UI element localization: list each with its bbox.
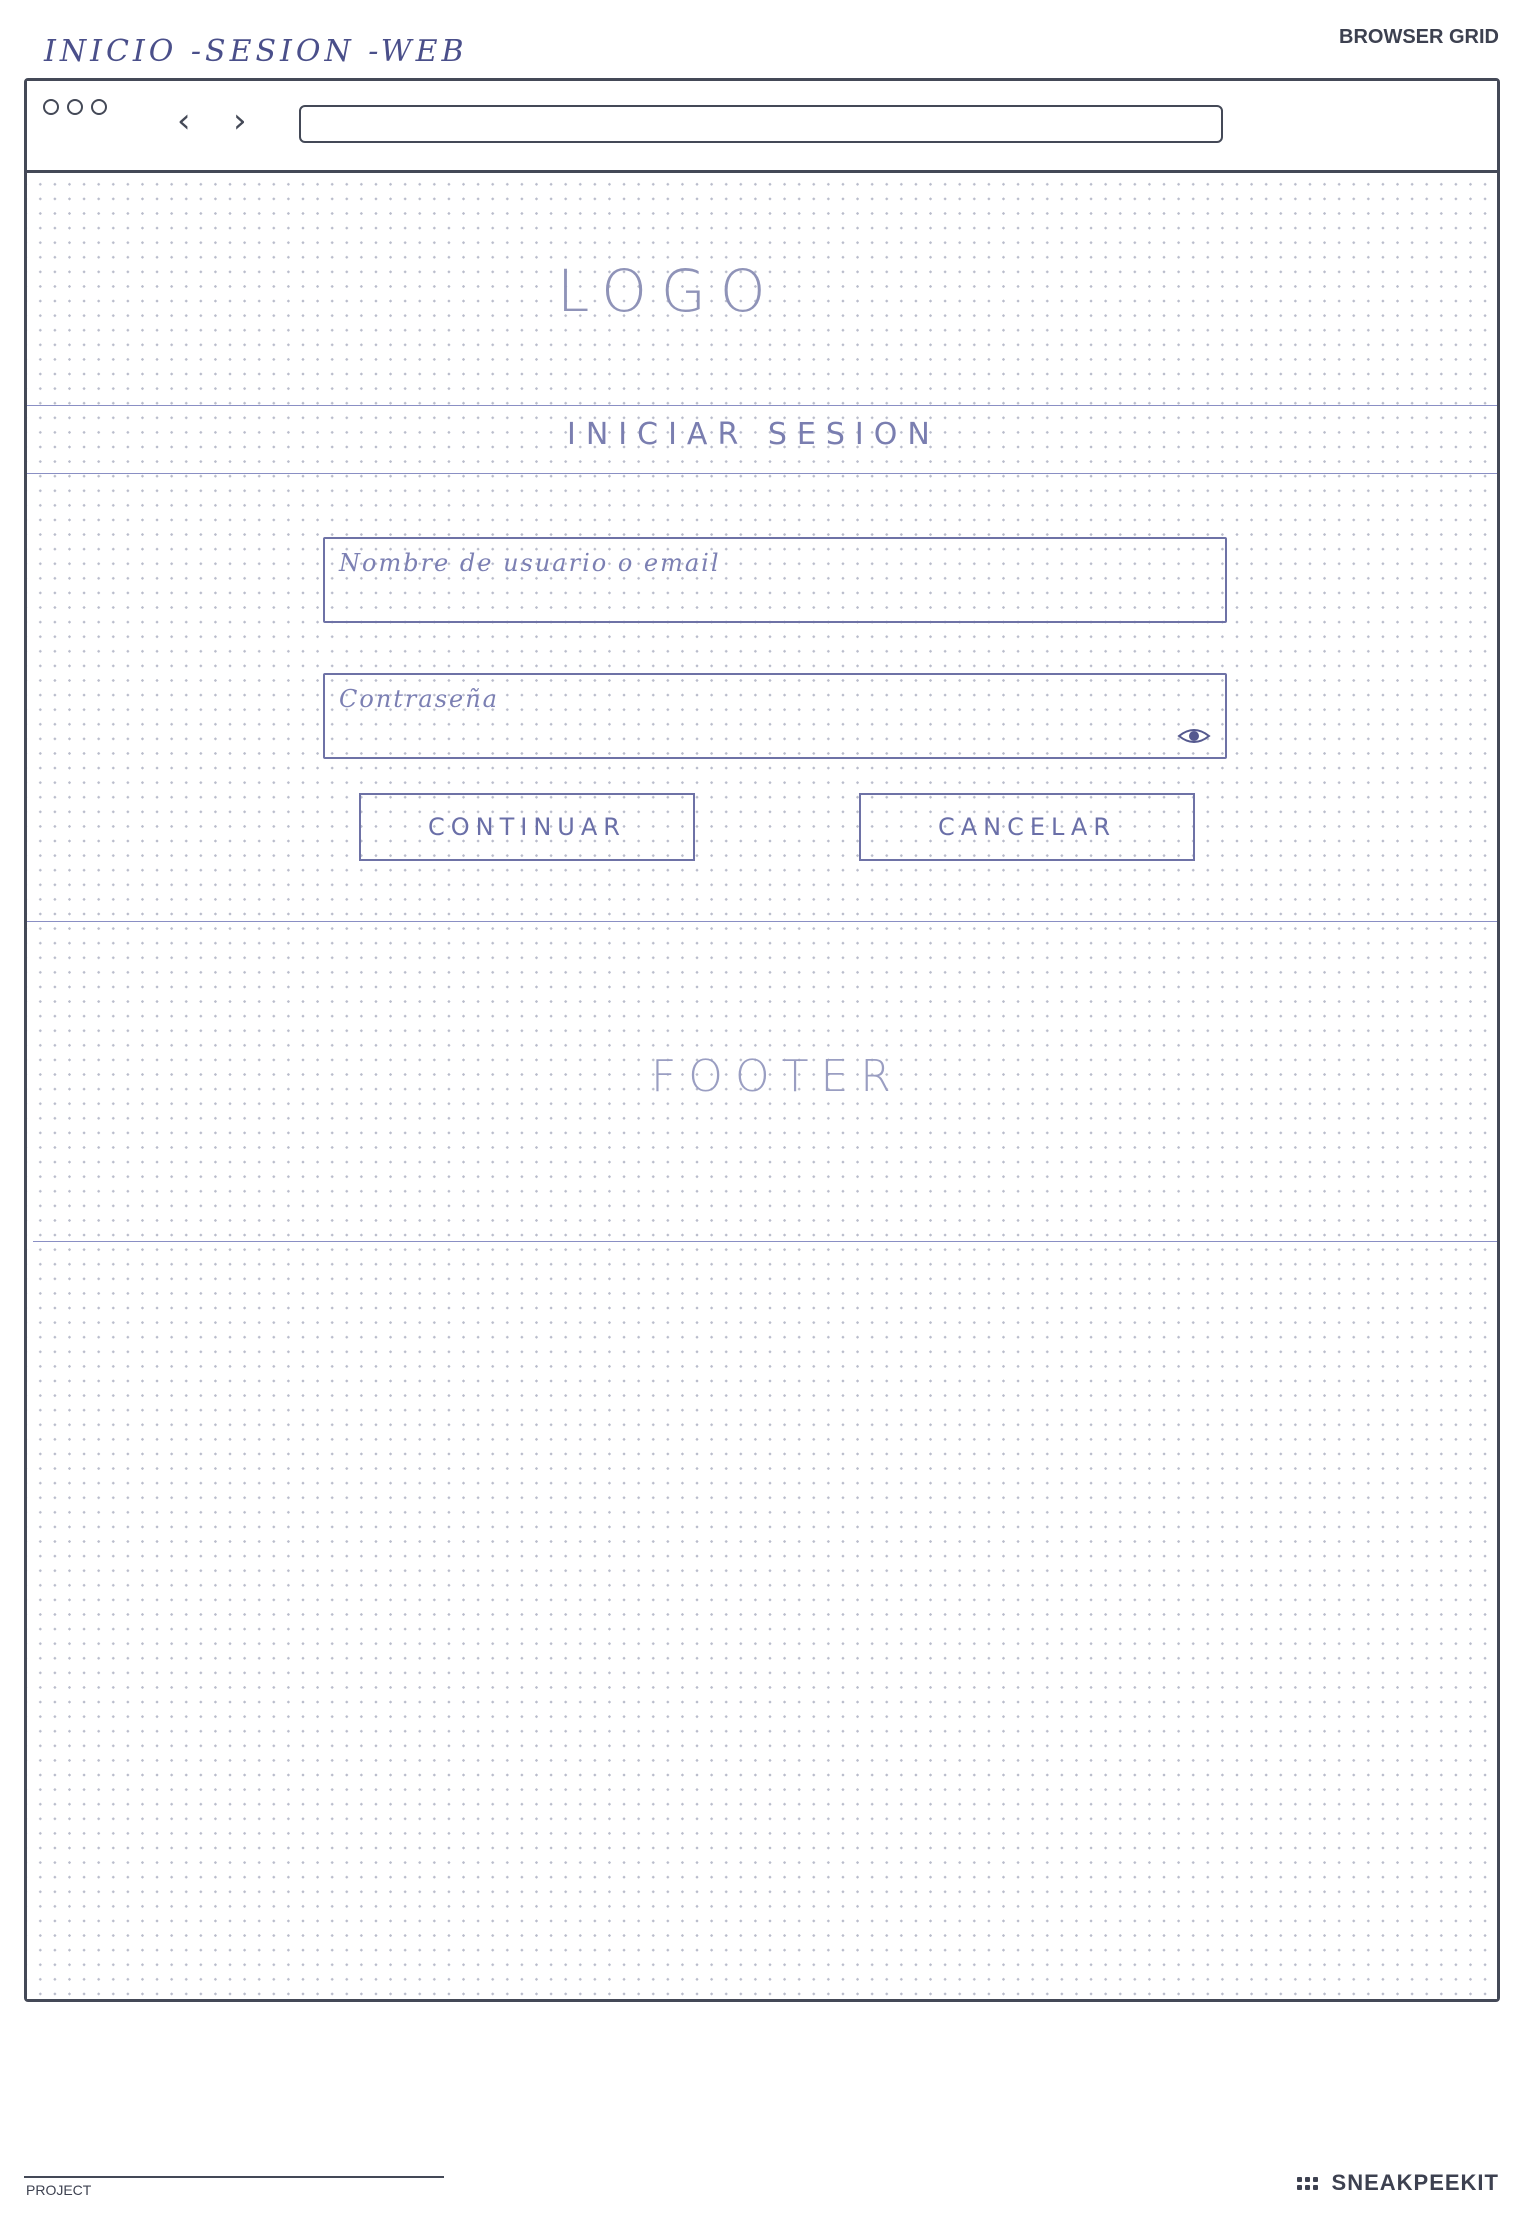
username-email-input[interactable]: Nombre de usuario o email: [323, 537, 1227, 623]
address-bar[interactable]: [299, 105, 1223, 143]
project-label: PROJECT: [26, 2182, 92, 2198]
page-title: INICIAR SESION: [567, 417, 940, 452]
sheet-title: INICIO -SESION -WEB: [44, 34, 468, 69]
window-maximize-dot[interactable]: [91, 99, 107, 115]
window-close-dot[interactable]: [43, 99, 59, 115]
brand-grid-icon: [1296, 2176, 1318, 2190]
window-minimize-dot[interactable]: [67, 99, 83, 115]
sheet-type-label: BROWSER GRID: [1339, 26, 1499, 48]
page-viewport: LOGO INICIAR SESION Nombre de usuario o …: [27, 173, 1497, 1999]
forward-arrow-icon[interactable]: ›: [233, 101, 247, 141]
brand-name: SNEAKPEEKIT: [1331, 2170, 1499, 2195]
header-divider: [27, 405, 1497, 406]
continue-button[interactable]: CONTINUAR: [359, 793, 695, 861]
footer-label: FOOTER: [651, 1051, 903, 1102]
title-divider: [27, 473, 1497, 474]
project-underline: [24, 2176, 444, 2178]
logo[interactable]: LOGO: [557, 257, 780, 325]
password-placeholder: Contraseña: [339, 685, 499, 713]
content-footer-divider: [27, 921, 1497, 922]
browser-window: ‹ › LOGO INICIAR SESION Nombre de usuari…: [24, 78, 1500, 2002]
footer-bottom-divider: [33, 1241, 1497, 1242]
password-input[interactable]: Contraseña: [323, 673, 1227, 759]
back-arrow-icon[interactable]: ‹: [177, 101, 191, 141]
username-email-placeholder: Nombre de usuario o email: [339, 549, 721, 577]
brand-mark: SNEAKPEEKIT: [1296, 2170, 1499, 2196]
cancel-button[interactable]: CANCELAR: [859, 793, 1195, 861]
browser-toolbar: ‹ ›: [27, 81, 1497, 173]
eye-icon[interactable]: [1177, 725, 1211, 747]
